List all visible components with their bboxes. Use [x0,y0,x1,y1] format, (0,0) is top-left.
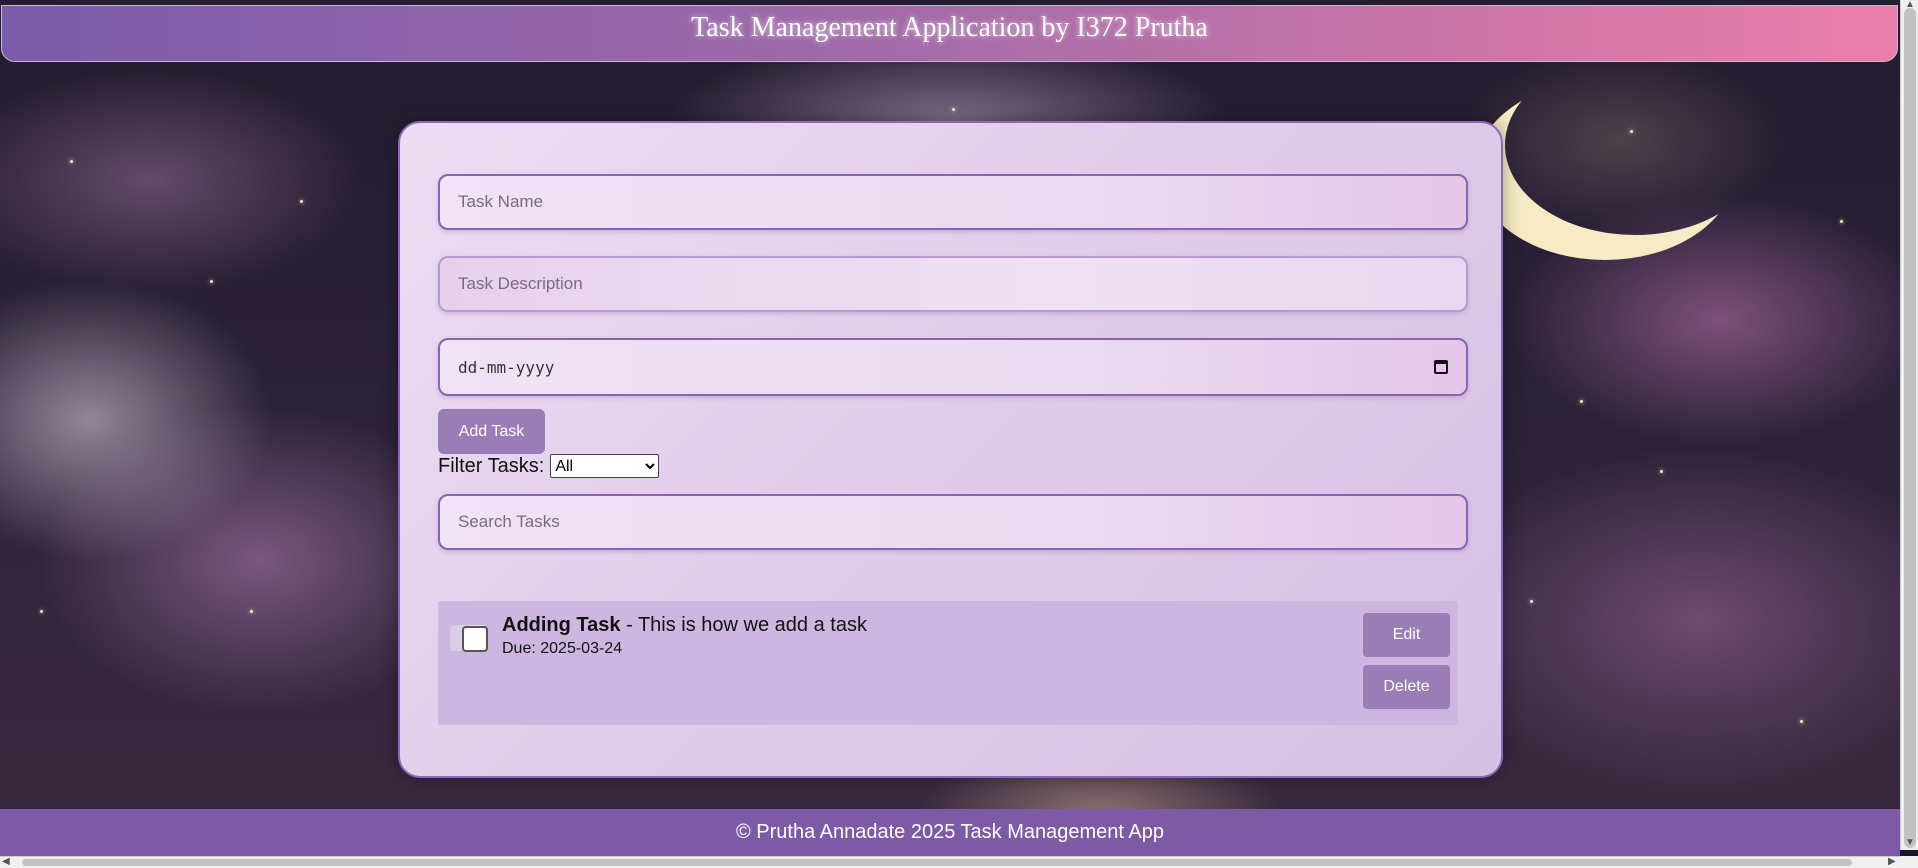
star [952,108,955,111]
due-date-placeholder: dd-mm-yyyy [458,357,555,377]
star [70,160,73,163]
star [40,610,43,613]
filter-row: Filter Tasks: All [438,454,660,478]
task-description: - This is how we add a task [620,614,867,636]
search-tasks-input[interactable] [438,494,1468,550]
star [1530,600,1533,603]
star [210,280,213,283]
add-task-button[interactable]: Add Task [438,409,545,454]
app-title: Task Management Application by I372 Prut… [691,12,1208,43]
edit-task-button[interactable]: Edit [1363,613,1450,657]
task-form-card: dd-mm-yyyy Add Task Filter Tasks: All Ad… [398,121,1503,778]
scroll-left-arrow-icon[interactable]: ◀ [2,857,10,867]
star [1800,720,1803,723]
footer-text: © Prutha Annadate 2025 Task Management A… [735,821,1164,843]
star [1580,400,1583,403]
vertical-scroll-thumb[interactable] [1904,8,1916,848]
calendar-icon[interactable] [1434,360,1448,374]
task-name-input[interactable] [438,174,1468,230]
task-list-item: Adding Task - This is how we add a task … [438,601,1458,725]
star [300,200,303,203]
task-name: Adding Task [502,614,621,636]
scroll-right-arrow-icon[interactable]: ▶ [1888,857,1896,867]
task-due-date: Due: 2025-03-24 [502,640,623,657]
scroll-down-arrow-icon[interactable]: ▼ [1905,838,1915,848]
task-description-input[interactable] [438,256,1468,312]
star [250,610,253,613]
horizontal-scroll-thumb[interactable] [22,859,1852,866]
vertical-scrollbar[interactable]: ▲ ▼ [1900,0,1918,850]
app-footer: © Prutha Annadate 2025 Task Management A… [0,809,1900,856]
delete-task-button[interactable]: Delete [1363,665,1450,709]
task-title-line: Adding Task - This is how we add a task [502,614,867,637]
star [1660,470,1663,473]
app-header: Task Management Application by I372 Prut… [1,5,1898,62]
star [1630,130,1633,133]
task-complete-checkbox[interactable] [462,626,488,652]
star [1840,220,1843,223]
filter-label: Filter Tasks: [438,454,545,477]
scrollbar-corner [1900,856,1918,868]
due-date-input[interactable]: dd-mm-yyyy [438,338,1468,396]
horizontal-scrollbar[interactable]: ◀ ▶ [0,856,1900,868]
task-checkbox-wrapper [450,625,488,652]
crescent-moon [1505,55,1765,235]
filter-select[interactable]: All [550,454,660,478]
